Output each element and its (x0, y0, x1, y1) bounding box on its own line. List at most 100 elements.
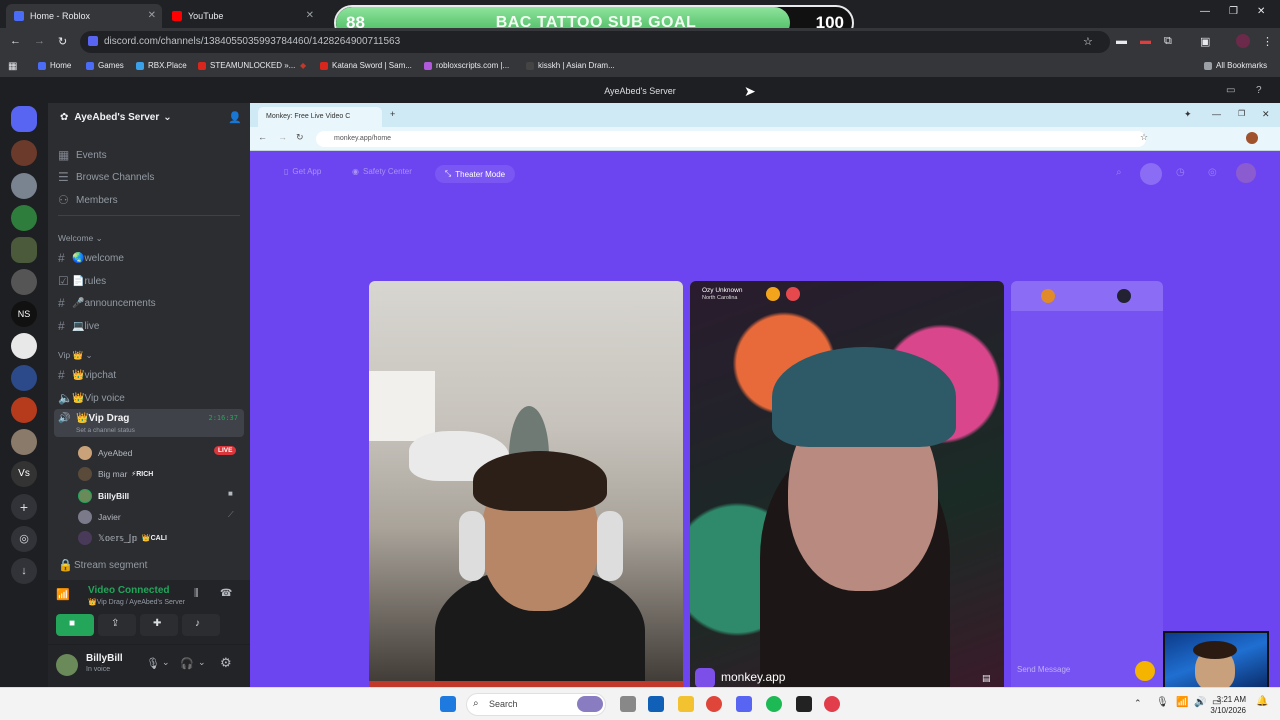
channel-vipchat[interactable]: # 👑vipchat (58, 368, 116, 382)
wifi-icon[interactable]: 📶 (1176, 697, 1188, 708)
channel-rules[interactable]: ☑ 📄rules (58, 274, 106, 288)
add-server-icon[interactable]: + (11, 494, 37, 520)
tab-youtube[interactable]: YouTube ✕ (164, 4, 320, 28)
system-clock[interactable]: 3:21 AM 3/10/2026 (1210, 694, 1246, 716)
microphone-icon[interactable]: 🎙 (1156, 697, 1169, 708)
chrome-icon[interactable] (706, 696, 722, 712)
reload-icon[interactable]: ↻ (58, 35, 67, 48)
apps-icon[interactable]: ▦ (8, 61, 17, 72)
minimize-icon[interactable]: — (1200, 6, 1210, 17)
server-icon[interactable] (11, 205, 37, 231)
server-icon[interactable] (11, 173, 37, 199)
opera-icon[interactable] (824, 696, 840, 712)
explore-icon[interactable]: ◎ (11, 526, 37, 552)
channel-status[interactable]: Set a channel status (76, 427, 135, 434)
app-icon[interactable] (648, 696, 664, 712)
channel-vip-voice[interactable]: 🔈 👑Vip voice (58, 391, 125, 405)
gift-icon[interactable] (1135, 661, 1155, 681)
voice-user[interactable]: Big mar ⚡RICH (78, 467, 153, 481)
close-icon[interactable]: ✕ (148, 10, 156, 21)
category-welcome[interactable]: Welcome ⌄ (58, 233, 103, 244)
new-tab-icon[interactable]: + (390, 109, 395, 119)
server-icon[interactable] (11, 397, 37, 423)
avatar-button[interactable] (1140, 163, 1162, 185)
voice-user[interactable]: 𝕏𝕠𝕖𝕣𝕤_𝕁𝕡 👑CALI (78, 531, 167, 545)
bookmark-extra[interactable]: ◆ (300, 61, 306, 70)
forward-icon[interactable]: → (278, 132, 287, 142)
inner-url-box[interactable]: monkey.app/home (316, 131, 1146, 147)
taskbar-search[interactable]: ⌕ Search (466, 693, 606, 716)
tab-roblox[interactable]: Home - Roblox ✕ (6, 4, 162, 28)
send-message-input[interactable]: Send Message (1017, 665, 1070, 674)
microphone-icon[interactable]: 🎙 (146, 657, 160, 670)
maximize-icon[interactable]: ❐ (1229, 6, 1238, 17)
bookmark-robloxscripts[interactable]: robloxscripts.com |... (424, 61, 509, 70)
safety-center-button[interactable]: ◉ Safety Center (352, 167, 412, 176)
nav-browse-channels[interactable]: ☰ Browse Channels (58, 170, 154, 184)
server-icon-active[interactable] (11, 237, 37, 263)
forward-icon[interactable]: → (34, 35, 45, 47)
vc-location[interactable]: 👑Vip Drag / AyeAbed's Server (88, 598, 185, 606)
extension-icon[interactable]: ▬ (1140, 35, 1151, 47)
close-window-icon[interactable]: ✕ (1257, 6, 1265, 17)
spotify-icon[interactable] (766, 696, 782, 712)
nav-events[interactable]: ▦ Events (58, 148, 107, 162)
volume-icon[interactable]: 🔊 (1194, 697, 1206, 708)
server-icon[interactable] (11, 365, 37, 391)
voice-user[interactable]: BillyBill (78, 489, 129, 503)
invite-icon[interactable]: 👤 (228, 111, 242, 124)
puzzle-icon[interactable]: ⧉ (1164, 35, 1172, 48)
screen-share-button[interactable]: ⇪ (98, 614, 136, 636)
chat-icon[interactable]: ◎ (1208, 167, 1217, 178)
bookmark-kisskh[interactable]: kisskh | Asian Dram... (526, 61, 615, 70)
help-icon[interactable]: ? (1256, 85, 1262, 96)
bookmark-rbxplace[interactable]: RBX.Place (136, 61, 187, 70)
report-icon[interactable] (786, 287, 800, 301)
sidepanel-icon[interactable]: ▣ (1200, 35, 1210, 48)
camera-button[interactable]: ■ (56, 614, 94, 636)
close-icon[interactable]: ✕ (1262, 109, 1270, 120)
get-app-button[interactable]: ▯ Get App (284, 167, 321, 176)
url-box[interactable]: discord.com/channels/1384055035993784460… (80, 31, 1110, 53)
server-icon[interactable] (11, 140, 37, 166)
theater-mode-button[interactable]: ⤡ Theater Mode (435, 165, 515, 183)
profile-avatar[interactable] (1236, 34, 1250, 48)
sparkle-icon[interactable]: ✦ (1184, 109, 1192, 120)
bookmark-home[interactable]: Home (38, 61, 71, 70)
activities-button[interactable]: ✚ (140, 614, 178, 636)
inner-tab[interactable]: Monkey: Free Live Video C (258, 107, 382, 127)
file-explorer-icon[interactable] (678, 696, 694, 712)
reload-icon[interactable]: ↻ (296, 132, 304, 143)
heart-icon[interactable] (766, 287, 780, 301)
channel-live[interactable]: # 💻live (58, 319, 99, 333)
channel-welcome[interactable]: # 🌏welcome (58, 251, 124, 265)
active-voice-channel[interactable]: 🔊 👑Vip Drag 2:16:37 Set a channel status (54, 409, 244, 437)
windows-start-icon[interactable] (440, 696, 456, 712)
all-bookmarks[interactable]: All Bookmarks (1204, 61, 1267, 70)
download-icon[interactable]: ↓ (11, 558, 37, 584)
bookmark-star-icon[interactable]: ☆ (1140, 132, 1148, 143)
app-icon[interactable] (796, 696, 812, 712)
close-icon[interactable]: ✕ (306, 10, 314, 21)
minimize-icon[interactable]: — (1212, 109, 1221, 119)
noise-suppression-icon[interactable]: ⫼ (194, 588, 199, 599)
back-icon[interactable]: ← (10, 35, 21, 47)
server-icon[interactable] (11, 429, 37, 455)
voice-user[interactable]: Javier (78, 510, 121, 524)
inbox-icon[interactable]: ▭ (1226, 85, 1235, 96)
bookmark-star-icon[interactable]: ☆ (1083, 35, 1093, 48)
maximize-icon[interactable]: ❐ (1238, 109, 1245, 118)
disconnect-icon[interactable]: ☎ (220, 588, 232, 599)
server-icon-ns[interactable]: NS (11, 301, 37, 327)
bookmark-katana[interactable]: Katana Sword | Sam... (320, 61, 412, 70)
site-info-icon[interactable] (88, 36, 98, 46)
settings-gear-icon[interactable]: ⚙ (220, 655, 232, 671)
server-icon[interactable] (11, 269, 37, 295)
category-vip[interactable]: Vip 👑 ⌄ (58, 350, 93, 361)
server-header[interactable]: ✿ AyeAbed's Server ⌄ (60, 112, 172, 123)
nav-members[interactable]: ⚇ Members (58, 193, 118, 207)
captions-icon[interactable]: ▤ (982, 673, 991, 684)
soundboard-button[interactable]: ♪ (182, 614, 220, 636)
extension-icon[interactable]: ▬ (1116, 35, 1127, 47)
bookmark-games[interactable]: Games (86, 61, 124, 70)
